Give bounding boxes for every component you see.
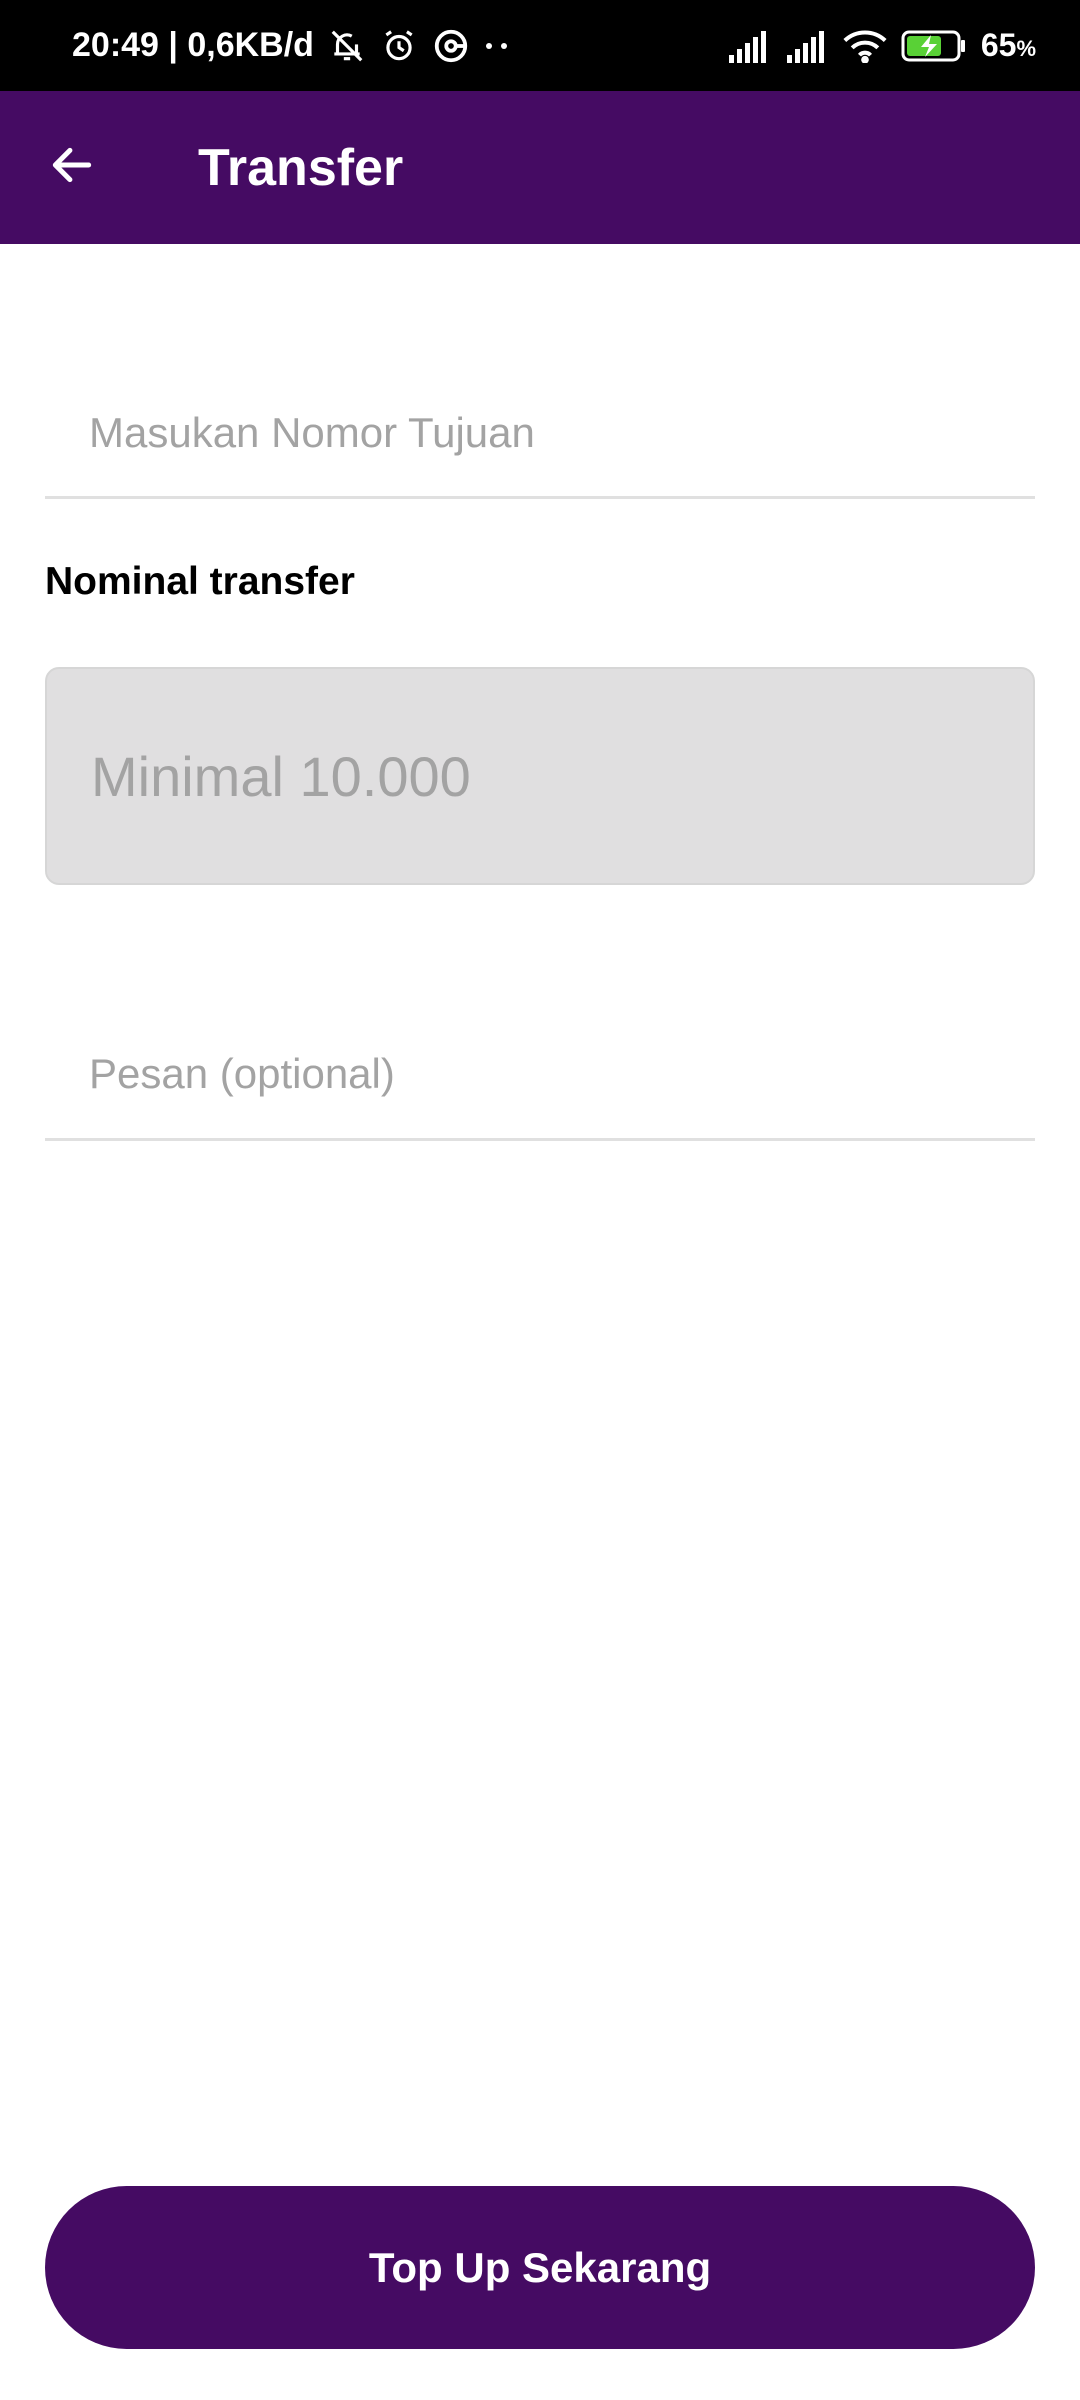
page-title: Transfer — [198, 138, 404, 197]
battery-percentage: 65% — [981, 27, 1036, 64]
status-bar: 20:49 | 0,6KB/d 65% — [0, 0, 1080, 91]
more-dots-icon — [484, 41, 512, 51]
signal-icon — [727, 29, 771, 63]
status-bar-right: 65% — [727, 27, 1036, 64]
alarm-icon — [380, 27, 418, 65]
nominal-transfer-label: Nominal transfer — [45, 560, 355, 603]
battery-percent-unit: % — [1016, 36, 1036, 61]
back-button[interactable] — [22, 118, 122, 218]
nominal-input[interactable] — [47, 669, 1033, 883]
battery-percent-value: 65 — [980, 27, 1017, 63]
arrow-left-icon — [47, 140, 97, 195]
status-time-info: 20:49 | 0,6KB/d — [72, 26, 314, 64]
vpn-icon — [432, 27, 470, 65]
nominal-field — [45, 667, 1035, 885]
destination-number-input[interactable] — [45, 370, 1035, 496]
destination-number-field — [45, 370, 1035, 499]
app-bar: Transfer — [0, 91, 1080, 244]
top-up-now-button[interactable]: Top Up Sekarang — [45, 2186, 1035, 2349]
message-field — [45, 1010, 1035, 1141]
wifi-icon — [843, 29, 887, 63]
mute-bell-icon — [328, 27, 366, 65]
battery-charging-icon — [901, 29, 967, 63]
signal-icon — [785, 29, 829, 63]
status-bar-left: 20:49 | 0,6KB/d — [72, 26, 512, 65]
message-input[interactable] — [45, 1010, 1035, 1138]
